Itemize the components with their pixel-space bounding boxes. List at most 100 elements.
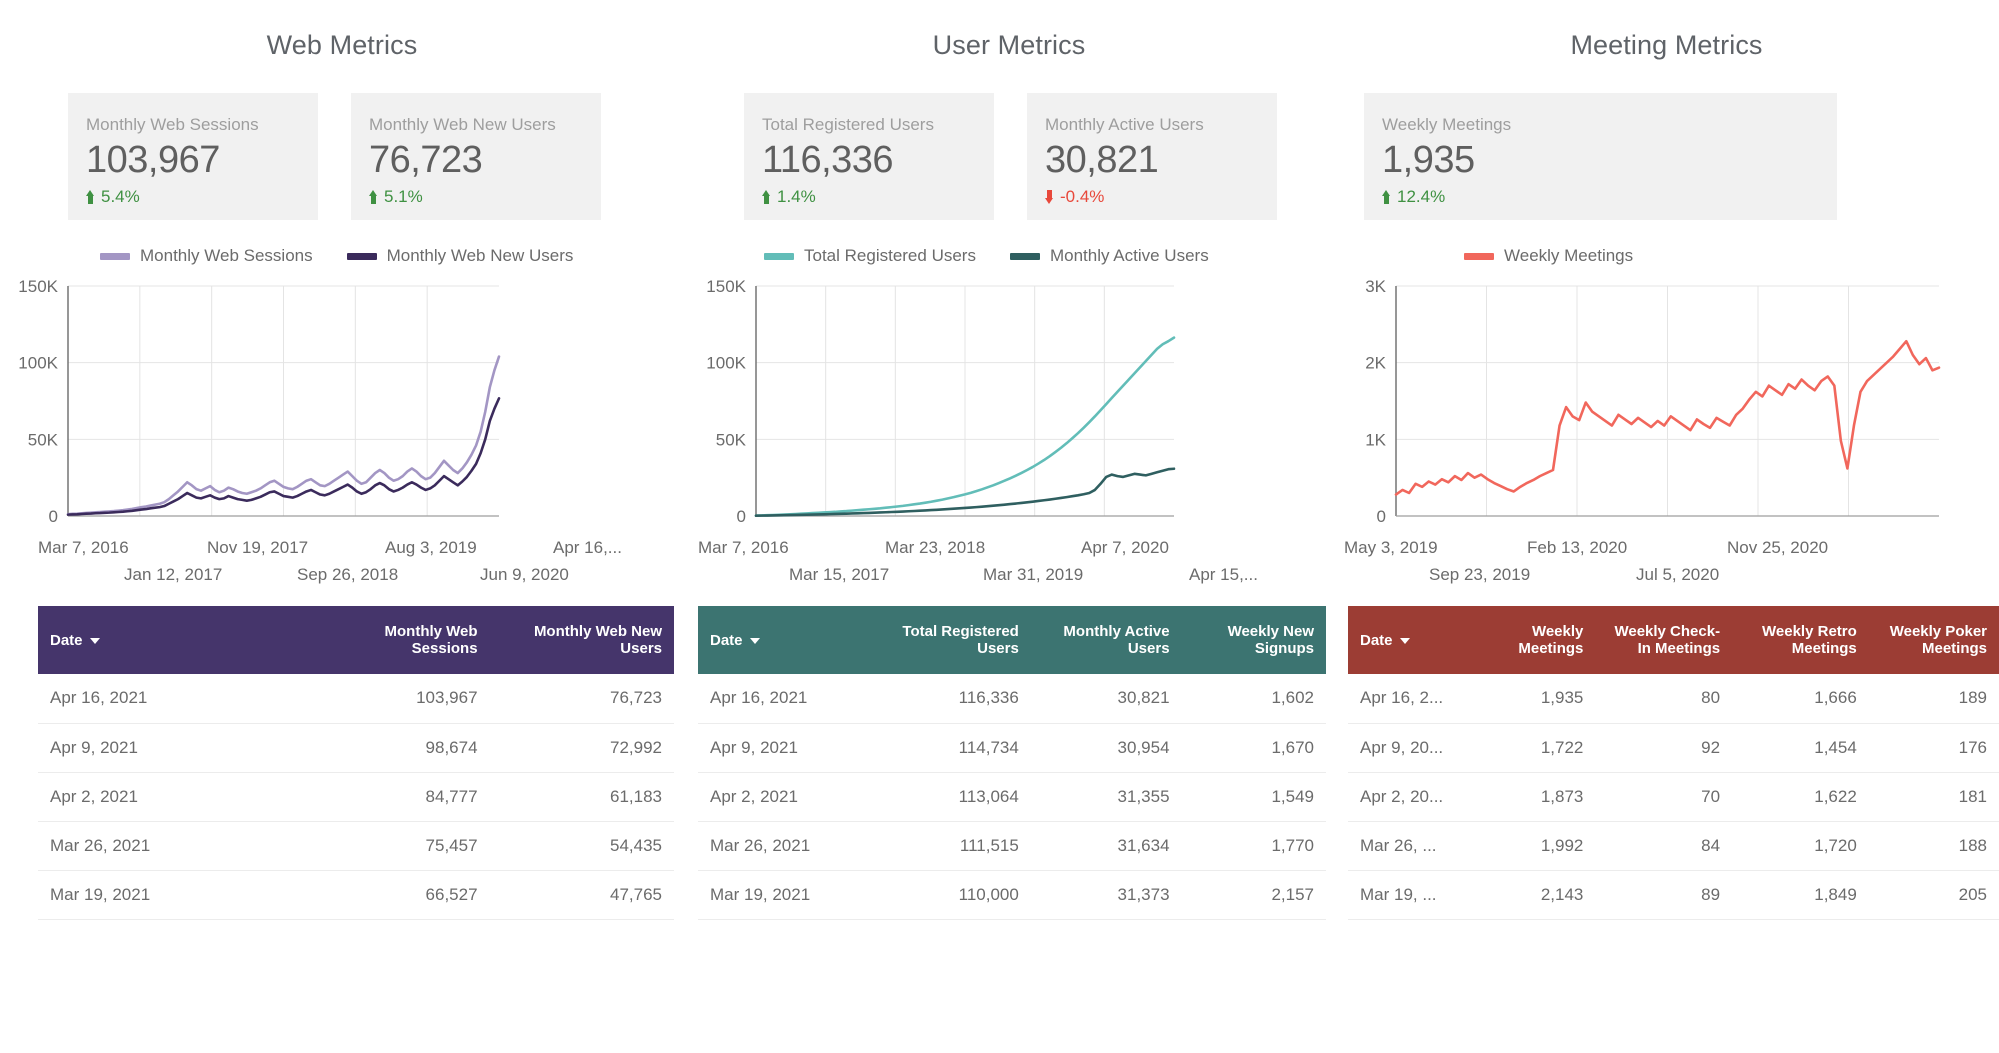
scorecard-value: 1,935 [1382,139,1475,181]
chart-meeting-metrics[interactable]: 0 1K 2K 3K [1334,278,1999,538]
table-row[interactable]: Apr 2, 2021 84,777 61,183 [38,772,674,822]
panel-web-metrics: Web Metrics Monthly Web Sessions 103,967… [0,0,684,1053]
chart-web-metrics[interactable]: 0 50K 100K 150K [0,278,684,538]
y-tick-label: 50K [716,430,747,449]
scorecard-value: 103,967 [86,139,220,181]
x-tick-label: Apr 16,... [553,538,622,557]
cell-value: 1,670 [1181,723,1326,773]
cell-value: 31,373 [1030,870,1182,920]
column-header-monthly-active-users[interactable]: Monthly Active Users [1030,606,1182,674]
legend-label: Weekly Meetings [1504,246,1634,265]
column-header-monthly-web-new-users[interactable]: Monthly Web New Users [489,606,674,674]
table-meeting-metrics: Date Weekly Meetings Weekly Check-In Mee… [1348,606,1999,920]
legend-item[interactable]: Total Registered Users [764,246,976,266]
y-tick-label: 150K [18,278,58,296]
table-row[interactable]: Apr 16, 2021 116,336 30,821 1,602 [698,674,1326,724]
x-tick-label: May 3, 2019 [1344,538,1438,557]
scorecard-row-web: Monthly Web Sessions 103,967 5.4% Monthl… [0,93,684,220]
cell-value: 31,355 [1030,772,1182,822]
chart-user-metrics[interactable]: 0 50K 100K 150K [684,278,1334,538]
sort-descending-icon[interactable] [89,637,100,644]
legend-item[interactable]: Monthly Active Users [1009,246,1209,266]
table-row[interactable]: Apr 16, 2... 1,935 80 1,666 189 [1348,674,1999,724]
cell-value: 75,457 [305,821,490,871]
scorecard-total-registered-users[interactable]: Total Registered Users 116,336 1.4% [744,93,994,220]
cell-date: Mar 19, ... [1348,870,1472,920]
page-title-web: Web Metrics [266,30,418,60]
scorecard-value: 76,723 [369,139,483,181]
cell-value: 1,935 [1471,674,1596,724]
table-row[interactable]: Apr 9, 2021 114,734 30,954 1,670 [698,723,1326,773]
arrow-up-icon [762,190,771,204]
legend-item[interactable]: Monthly Web New Users [346,246,573,266]
cell-value: 1,720 [1732,821,1869,871]
table-row[interactable]: Apr 2, 20... 1,873 70 1,622 181 [1348,772,1999,822]
table-row[interactable]: Mar 19, 2021 110,000 31,373 2,157 [698,870,1326,920]
chart-legend-web: Monthly Web Sessions Monthly Web New Use… [0,246,684,266]
legend-item[interactable]: Weekly Meetings [1464,246,1633,266]
cell-value: 1,722 [1471,723,1596,773]
cell-value: 54,435 [489,821,674,871]
cell-value: 188 [1868,821,1999,871]
sort-descending-icon[interactable] [1399,637,1410,644]
scorecard-monthly-web-sessions[interactable]: Monthly Web Sessions 103,967 5.4% [68,93,318,220]
panel-user-metrics: User Metrics Total Registered Users 116,… [684,0,1334,1053]
column-header-date[interactable]: Date [698,606,874,674]
table-row[interactable]: Apr 9, 2021 98,674 72,992 [38,723,674,773]
legend-item[interactable]: Monthly Web Sessions [100,246,313,266]
scorecard-value: 116,336 [762,139,894,181]
cell-value: 116,336 [873,674,1031,724]
table-header-row: Date Monthly Web Sessions Monthly Web Ne… [38,606,674,674]
column-header-monthly-web-sessions[interactable]: Monthly Web Sessions [305,606,490,674]
column-header-total-registered-users[interactable]: Total Registered Users [873,606,1031,674]
cell-value: 1,602 [1181,674,1326,724]
table-row[interactable]: Apr 2, 2021 113,064 31,355 1,549 [698,772,1326,822]
scorecard-monthly-active-users[interactable]: Monthly Active Users 30,821 -0.4% [1027,93,1277,220]
x-tick-label: Feb 13, 2020 [1527,538,1628,557]
scorecard-monthly-web-new-users[interactable]: Monthly Web New Users 76,723 5.1% [351,93,601,220]
arrow-down-icon [1045,190,1054,204]
table-row[interactable]: Mar 26, ... 1,992 84 1,720 188 [1348,821,1999,871]
sort-descending-icon[interactable] [749,637,760,644]
table-row[interactable]: Mar 26, 2021 75,457 54,435 [38,821,674,871]
cell-date: Apr 9, 2021 [698,723,874,773]
status-badge: 5.4% [86,186,318,208]
cell-value: 1,873 [1471,772,1596,822]
x-tick-label: Nov 25, 2020 [1727,538,1829,557]
column-header-weekly-poker-meetings[interactable]: Weekly Poker Meetings [1868,606,1999,674]
cell-date: Apr 2, 20... [1348,772,1472,822]
scorecard-row-meeting: Weekly Meetings 1,935 12.4% [1334,93,1999,220]
column-header-weekly-meetings[interactable]: Weekly Meetings [1471,606,1596,674]
arrow-up-icon [86,190,95,204]
table-web-metrics-wrap: Date Monthly Web Sessions Monthly Web Ne… [0,606,684,920]
cell-date: Apr 16, 2021 [698,674,874,724]
cell-date: Apr 16, 2... [1348,674,1472,724]
table-row[interactable]: Mar 19, 2021 66,527 47,765 [38,870,674,920]
cell-date: Mar 19, 2021 [38,870,306,920]
column-header-weekly-checkin-meetings[interactable]: Weekly Check-In Meetings [1595,606,1733,674]
scorecard-weekly-meetings[interactable]: Weekly Meetings 1,935 12.4% [1364,93,1837,220]
cell-value: 1,454 [1732,723,1869,773]
cell-value: 1,770 [1181,821,1326,871]
column-header-date[interactable]: Date [1348,606,1472,674]
cell-value: 89 [1595,870,1733,920]
x-tick-label: Aug 3, 2019 [385,538,477,557]
scorecard-row-user: Total Registered Users 116,336 1.4% Mont… [684,93,1334,220]
table-row[interactable]: Mar 19, ... 2,143 89 1,849 205 [1348,870,1999,920]
y-tick-label: 0 [737,507,746,526]
column-header-weekly-new-signups[interactable]: Weekly New Signups [1181,606,1326,674]
cell-value: 66,527 [305,870,490,920]
y-tick-label: 0 [1377,507,1386,526]
y-tick-label: 2K [1365,354,1386,373]
column-header-weekly-retro-meetings[interactable]: Weekly Retro Meetings [1732,606,1869,674]
arrow-up-icon [369,190,378,204]
table-row[interactable]: Apr 16, 2021 103,967 76,723 [38,674,674,724]
table-row[interactable]: Mar 26, 2021 111,515 31,634 1,770 [698,821,1326,871]
table-row[interactable]: Apr 9, 20... 1,722 92 1,454 176 [1348,723,1999,773]
column-header-date[interactable]: Date [38,606,306,674]
cell-value: 111,515 [873,821,1031,871]
scorecard-delta: -0.4% [1060,187,1105,206]
scorecard-delta: 5.1% [384,187,423,206]
scorecard-label: Monthly Web Sessions [86,115,259,134]
scorecard-label: Weekly Meetings [1382,115,1512,134]
